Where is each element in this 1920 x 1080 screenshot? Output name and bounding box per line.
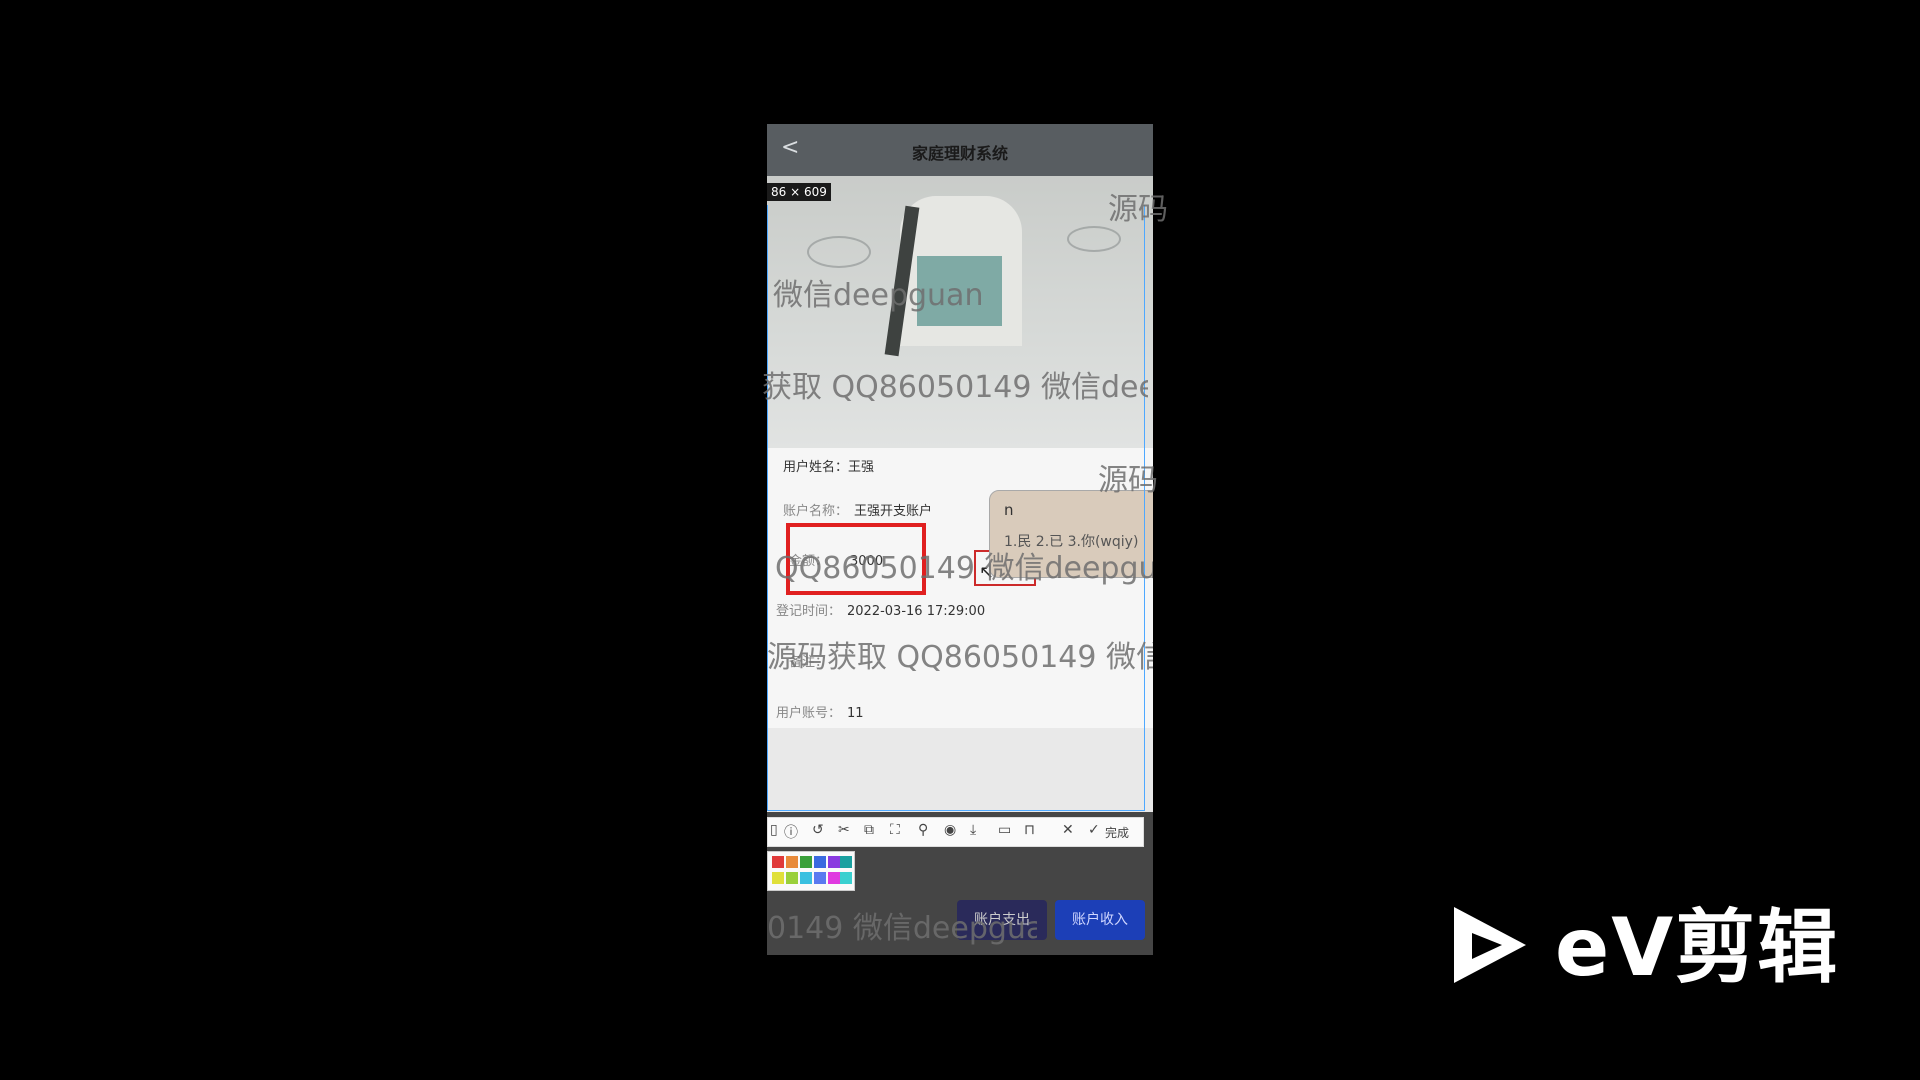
watermark: 源码获取 QQ86050149 微信: [767, 640, 1153, 675]
bookmark-icon[interactable]: ⊓: [1024, 822, 1035, 838]
size-badge: 86 × 609: [767, 183, 831, 201]
pin-icon[interactable]: ⚲: [918, 822, 928, 838]
color-swatch[interactable]: [814, 856, 826, 868]
copy-icon[interactable]: ⧉: [864, 822, 874, 838]
color-swatch[interactable]: [772, 872, 784, 884]
watermark: 源码: [1108, 192, 1168, 227]
ev-logo-icon: [1454, 907, 1526, 983]
check-icon[interactable]: ✓: [1088, 822, 1100, 838]
watermark: 源码: [1098, 463, 1158, 498]
color-swatch[interactable]: [800, 856, 812, 868]
scissors-icon[interactable]: ✂: [838, 822, 850, 838]
screenshot-toolbar: ▯ ⓘ ↺ ✂ ⧉ ⛶ ⚲ ◉ ⤓ ▭ ⊓ ✕ ✓ 完成: [767, 817, 1144, 847]
color-palette: [767, 851, 855, 891]
download-icon[interactable]: ⤓: [970, 822, 976, 838]
watermark: 获取 QQ86050149 微信deepg: [762, 370, 1148, 405]
info-icon[interactable]: ⓘ: [784, 822, 798, 842]
color-swatch[interactable]: [786, 856, 798, 868]
color-swatch[interactable]: [814, 872, 826, 884]
ev-logo-text: eV剪辑: [1555, 901, 1840, 994]
page-title: 家庭理财系统: [911, 144, 1008, 163]
done-button[interactable]: 完成: [1105, 824, 1129, 841]
rect-icon[interactable]: ▯: [770, 822, 778, 838]
record-icon[interactable]: ◉: [944, 822, 956, 838]
color-swatch[interactable]: [828, 872, 840, 884]
phone-icon[interactable]: ▭: [998, 822, 1011, 838]
color-swatch[interactable]: [840, 872, 852, 884]
watermark: QQ86050149 微信deepgua: [775, 551, 1153, 586]
color-swatch[interactable]: [772, 856, 784, 868]
nav-bar: < 家庭理财系统: [767, 124, 1153, 176]
color-swatch[interactable]: [840, 856, 852, 868]
watermark: 微信deepguan: [773, 278, 984, 313]
undo-icon[interactable]: ↺: [812, 822, 824, 838]
color-swatch[interactable]: [786, 872, 798, 884]
watermark: 0149 微信deepguan: [767, 911, 1037, 946]
income-button[interactable]: 账户收入: [1055, 900, 1145, 940]
color-swatch[interactable]: [800, 872, 812, 884]
close-icon[interactable]: ✕: [1062, 822, 1074, 838]
screenshot-icon[interactable]: ⛶: [890, 822, 900, 838]
color-swatch[interactable]: [828, 856, 840, 868]
